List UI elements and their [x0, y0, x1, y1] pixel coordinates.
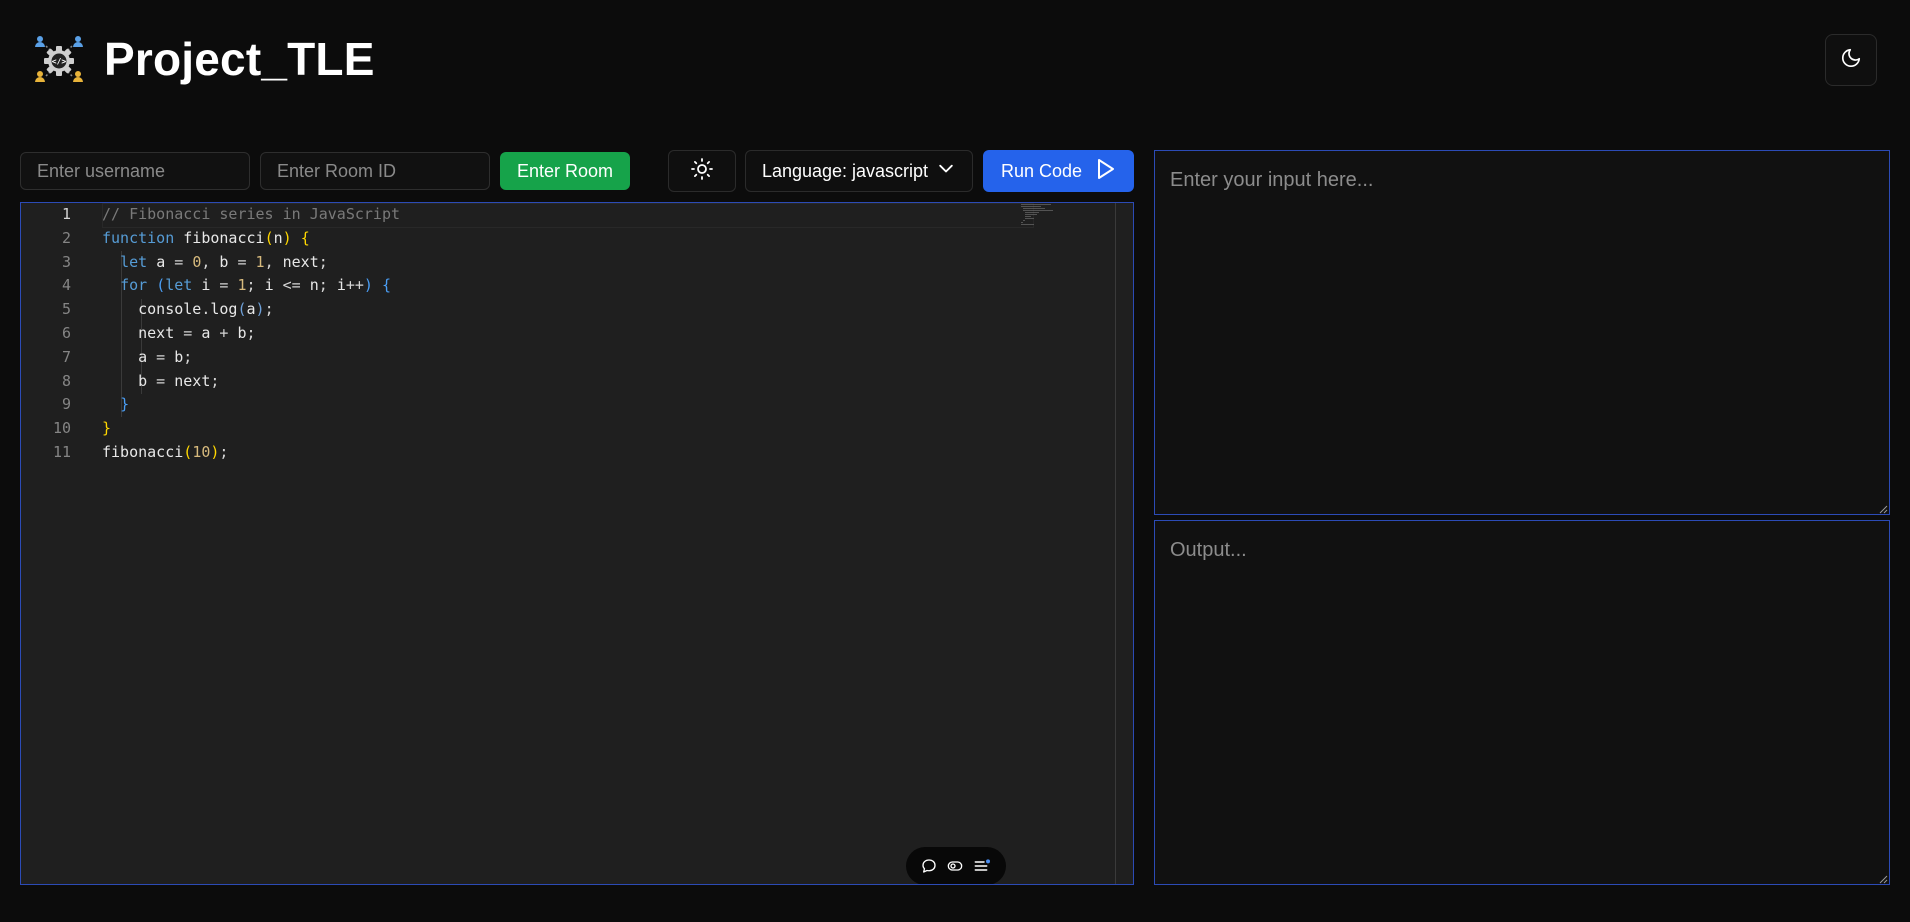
code-line[interactable]: // Fibonacci series in JavaScript	[102, 203, 1034, 228]
comment-icon[interactable]	[921, 858, 937, 874]
editor-theme-button[interactable]	[668, 150, 736, 192]
toggle-icon[interactable]	[947, 858, 963, 874]
svg-text:</>: </>	[52, 57, 67, 66]
code-line[interactable]: let a = 0, b = 1, next;	[102, 251, 1032, 275]
line-number: 7	[61, 347, 71, 366]
username-input[interactable]	[20, 152, 250, 190]
code-line[interactable]: fibonacci(10);	[102, 441, 1032, 465]
line-number-gutter: 1 2 3 4 5 6 7 8 9 10 11	[21, 203, 81, 465]
list-icon[interactable]	[973, 858, 991, 874]
line-number: 2	[61, 228, 71, 247]
code-line[interactable]: }	[102, 393, 1032, 417]
program-input-textarea[interactable]	[1154, 150, 1890, 515]
program-output-textarea[interactable]	[1154, 520, 1890, 885]
language-label: Language: javascript	[761, 160, 929, 181]
code-line[interactable]: for (let i = 1; i <= n; i++) {	[102, 274, 1032, 298]
line-number: 3	[61, 252, 71, 271]
code-line[interactable]: }	[102, 417, 1032, 441]
theme-toggle-button[interactable]	[1825, 34, 1877, 86]
room-id-input[interactable]	[260, 152, 490, 190]
resize-grip-icon[interactable]	[1878, 504, 1888, 514]
line-number: 10	[52, 419, 71, 438]
line-number: 9	[61, 395, 71, 414]
collaboration-gear-icon: </>	[32, 34, 86, 86]
line-number: 1	[61, 205, 71, 223]
app-header: </> Project_TLE	[0, 0, 1910, 120]
code-editor[interactable]: 1 2 3 4 5 6 7 8 9 10 11 // Fibonacci ser…	[20, 202, 1134, 885]
chevron-down-icon	[936, 159, 956, 184]
line-number: 8	[61, 371, 71, 390]
run-code-button[interactable]: Run Code	[983, 150, 1134, 192]
editor-action-bar	[906, 847, 1006, 884]
sun-icon	[690, 157, 714, 186]
code-line[interactable]: a = b;	[102, 346, 1032, 370]
resize-grip-icon[interactable]	[1878, 874, 1888, 884]
line-number: 6	[61, 323, 71, 342]
line-number: 4	[61, 276, 71, 295]
line-number: 11	[52, 442, 71, 461]
code-line[interactable]: b = next;	[102, 370, 1032, 394]
code-line[interactable]: next = a + b;	[102, 322, 1032, 346]
page-title: Project_TLE	[104, 33, 375, 85]
editor-scrollbar[interactable]	[1115, 203, 1116, 884]
code-line[interactable]: console.log(a);	[102, 298, 1032, 322]
language-select[interactable]: Language: javascript	[745, 150, 973, 192]
code-area[interactable]: // Fibonacci series in JavaScript functi…	[102, 203, 1034, 465]
moon-icon	[1840, 47, 1862, 74]
play-icon	[1096, 158, 1116, 185]
run-code-label: Run Code	[1000, 160, 1083, 181]
code-minimap[interactable]	[1021, 203, 1081, 233]
code-line[interactable]: function fibonacci(n) {	[102, 227, 1032, 251]
line-number: 5	[61, 300, 71, 319]
enter-room-button[interactable]: Enter Room	[500, 152, 630, 190]
